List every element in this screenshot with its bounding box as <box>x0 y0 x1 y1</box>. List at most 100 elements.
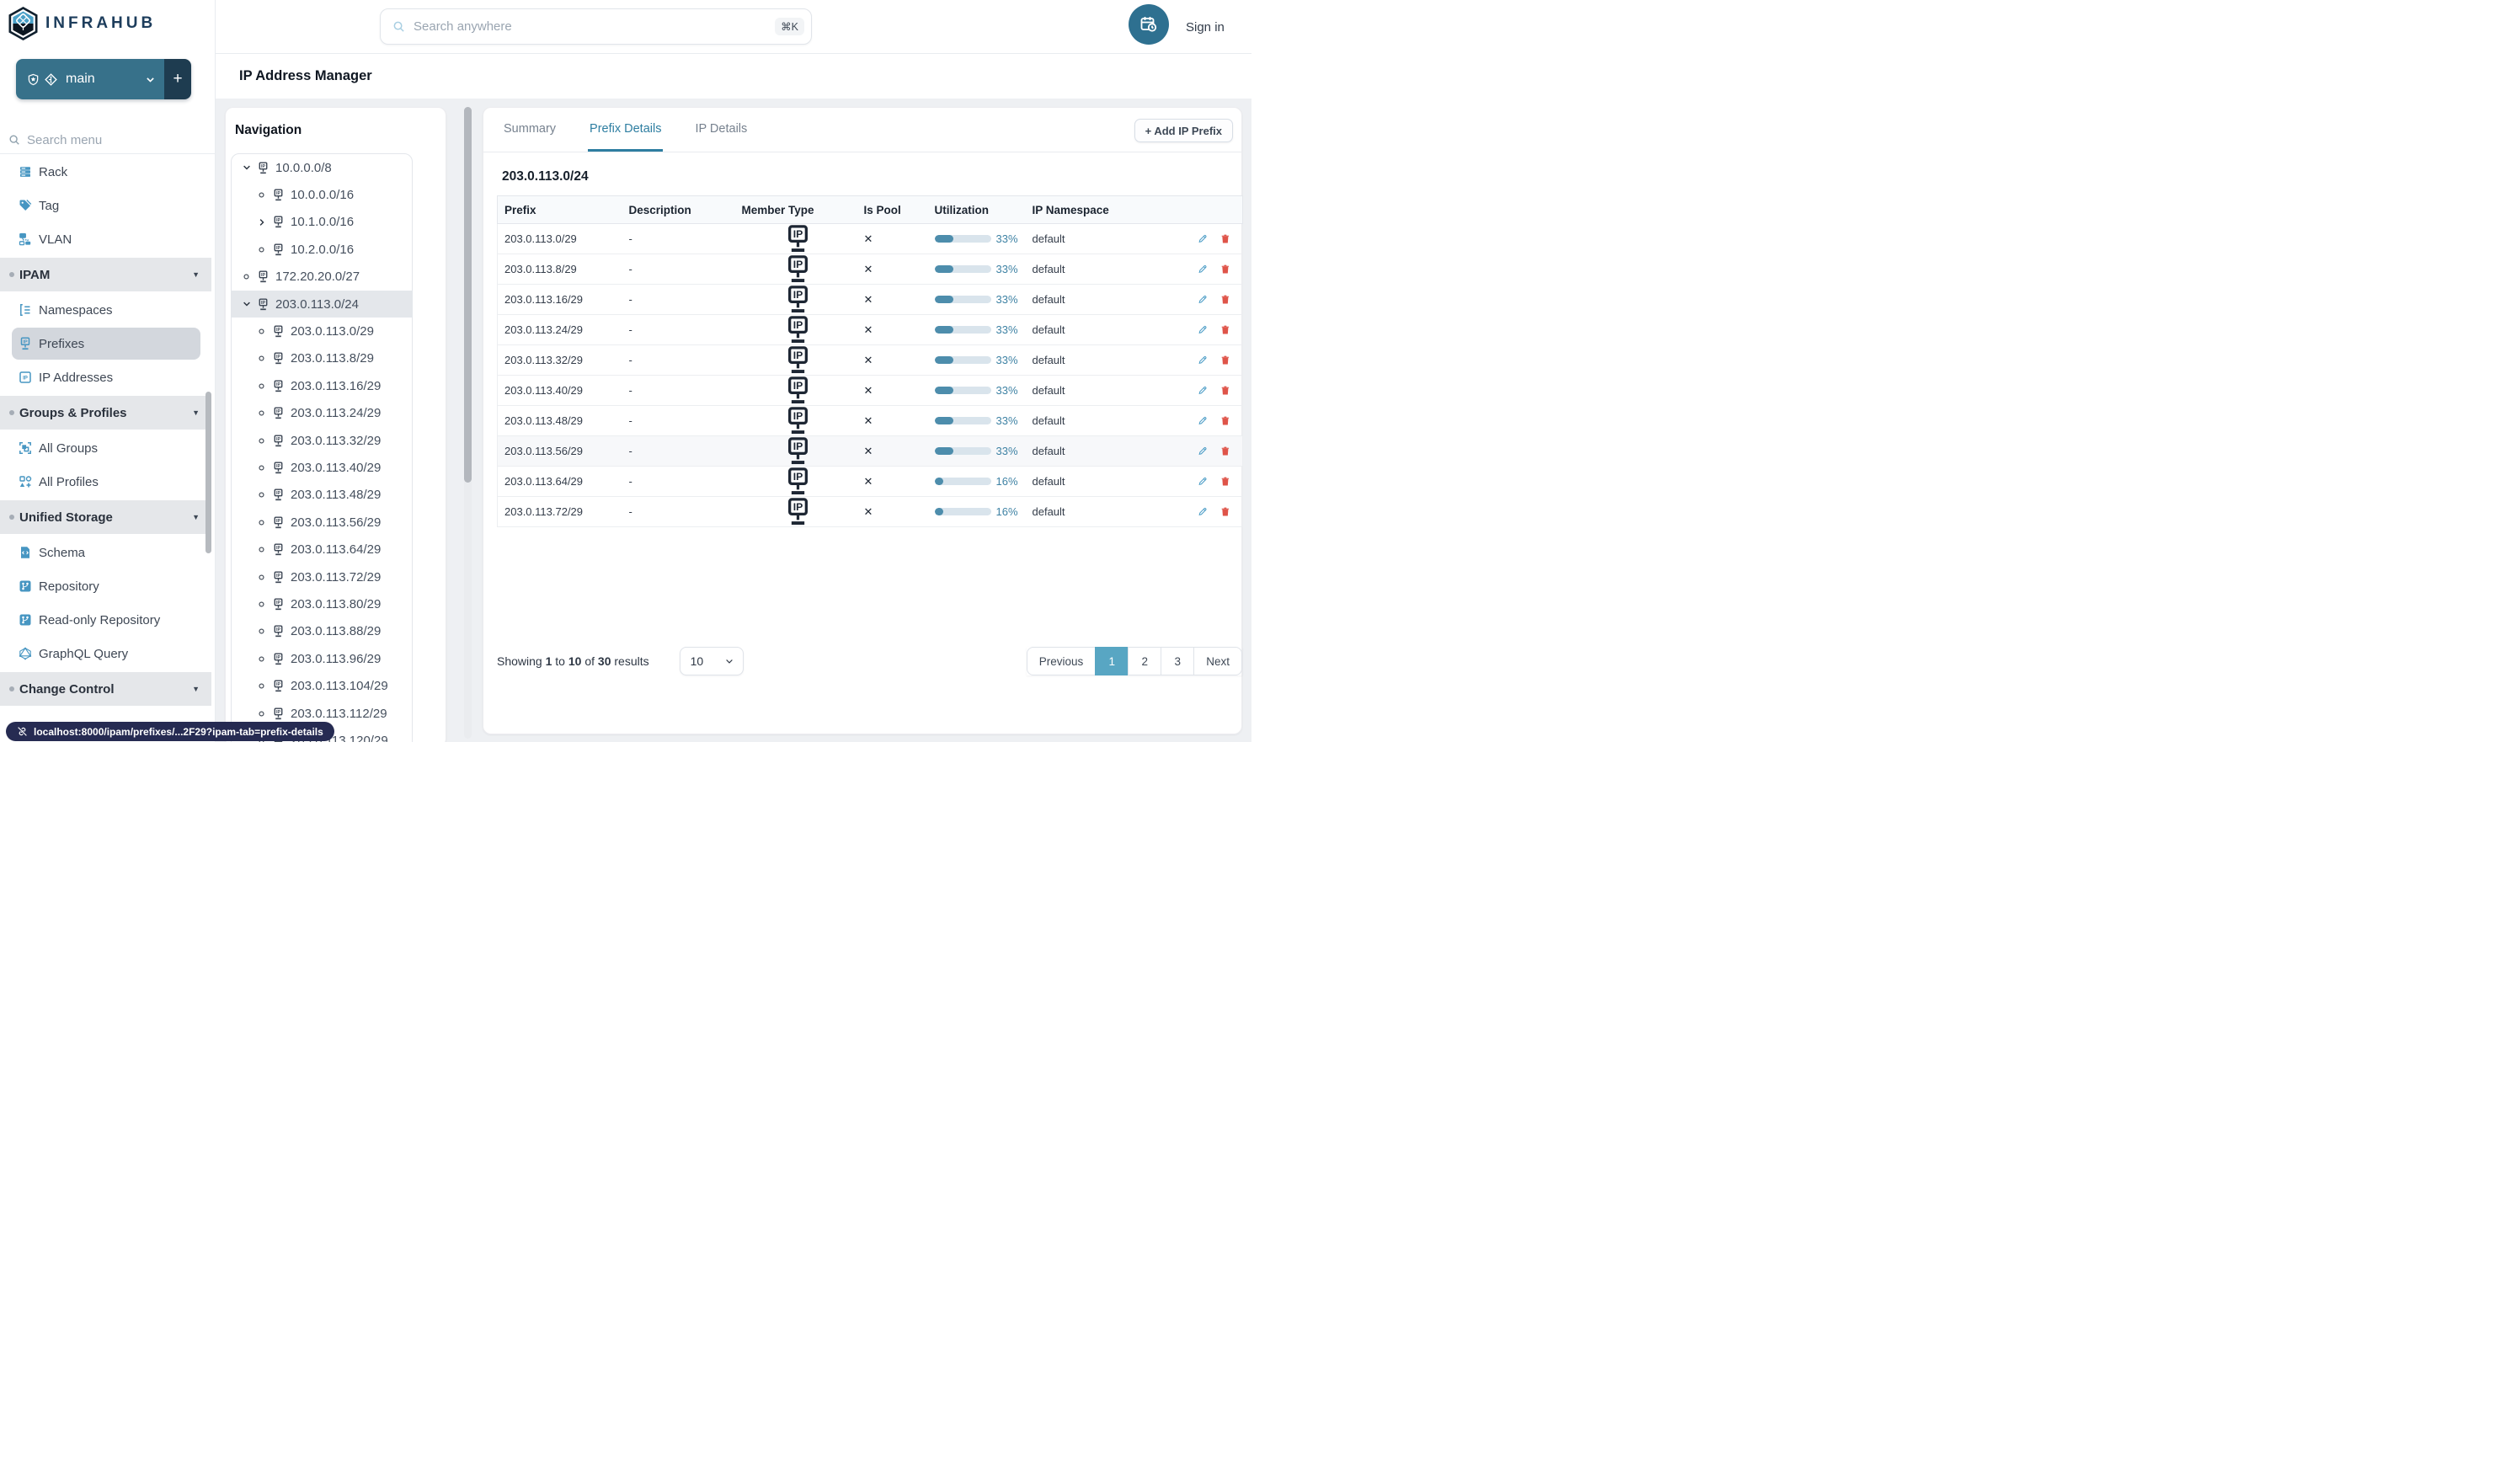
page-size-select[interactable]: 10 <box>679 647 744 675</box>
tree-item[interactable]: IP 203.0.113.88/29 <box>232 618 412 645</box>
trash-icon[interactable] <box>1220 414 1230 427</box>
sidebar-item-ip-addresses[interactable]: IP IP Addresses <box>0 360 211 394</box>
sign-in-button[interactable]: Sign in <box>1186 0 1225 54</box>
table-row[interactable]: 203.0.113.40/29- IP ✕ 33% default <box>497 375 1243 406</box>
pencil-icon[interactable] <box>1198 445 1208 457</box>
page-button-2[interactable]: 2 <box>1128 647 1162 675</box>
add-branch-button[interactable]: + <box>164 59 191 99</box>
page-button-1[interactable]: 1 <box>1095 647 1129 675</box>
sidebar-item-vlan[interactable]: VLAN <box>0 222 211 256</box>
pencil-icon[interactable] <box>1198 323 1208 336</box>
branch-selector-main[interactable]: main <box>16 59 164 99</box>
pencil-icon[interactable] <box>1198 414 1208 427</box>
time-travel-button[interactable] <box>1129 4 1169 45</box>
sidebar-item-read-only-repository[interactable]: Read-only Repository <box>0 603 211 637</box>
pencil-icon[interactable] <box>1198 505 1208 518</box>
table-row[interactable]: 203.0.113.8/29- IP ✕ 33% default <box>497 254 1243 285</box>
sidebar-search-input[interactable] <box>27 132 179 147</box>
tree-item-label: 10.0.0.0/16 <box>291 188 355 203</box>
pencil-icon[interactable] <box>1198 232 1208 245</box>
tree-item[interactable]: IP 203.0.113.48/29 <box>232 482 412 509</box>
tree-item[interactable]: IP 10.0.0.0/8 <box>232 154 412 181</box>
table-row[interactable]: 203.0.113.16/29- IP ✕ 33% default <box>497 284 1243 315</box>
global-search[interactable]: ⌘K <box>380 8 812 45</box>
cell-namespace: default <box>1028 254 1194 285</box>
sidebar-item-prefixes[interactable]: IP Prefixes <box>12 328 200 360</box>
sidebar-item-repository[interactable]: Repository <box>0 569 211 603</box>
tree-item[interactable]: IP 203.0.113.24/29 <box>232 400 412 427</box>
page-button-3[interactable]: 3 <box>1161 647 1195 675</box>
tree-item[interactable]: IP 203.0.113.0/24 <box>232 290 412 318</box>
sidebar-search[interactable] <box>0 126 215 154</box>
tree-item[interactable]: IP 203.0.113.32/29 <box>232 427 412 454</box>
infrahub-logo[interactable]: INFRAHUB <box>8 6 156 41</box>
pencil-icon[interactable] <box>1198 475 1208 488</box>
trash-icon[interactable] <box>1220 354 1230 366</box>
page-button-previous[interactable]: Previous <box>1026 647 1097 675</box>
sidebar-item-all-profiles[interactable]: All Profiles <box>0 465 211 499</box>
panel-scrollbar-thumb[interactable] <box>464 107 472 483</box>
tree-item[interactable]: IP 203.0.113.8/29 <box>232 345 412 372</box>
tree-item[interactable]: IP 203.0.113.80/29 <box>232 590 412 617</box>
cell-prefix: 203.0.113.32/29 <box>497 344 626 376</box>
page-button-next[interactable]: Next <box>1193 647 1242 675</box>
sidebar-section-ipam[interactable]: IPAM ▼ <box>0 258 211 291</box>
pencil-icon[interactable] <box>1198 263 1208 275</box>
tab-prefix-details[interactable]: Prefix Details <box>588 108 664 152</box>
table-row[interactable]: 203.0.113.72/29- IP ✕ 16% default <box>497 496 1243 527</box>
utilization-bar-fill <box>934 417 953 424</box>
svg-text:IP: IP <box>276 573 280 578</box>
pencil-icon[interactable] <box>1198 384 1208 397</box>
trash-icon[interactable] <box>1220 293 1230 306</box>
add-ip-prefix-button[interactable]: + Add IP Prefix <box>1134 119 1233 142</box>
utilization-bar <box>934 508 991 515</box>
pencil-icon[interactable] <box>1198 354 1208 366</box>
trash-icon[interactable] <box>1220 475 1230 488</box>
tree-item[interactable]: IP 203.0.113.56/29 <box>232 509 412 536</box>
sidebar-section-unified-storage[interactable]: Unified Storage ▼ <box>0 500 211 534</box>
branch-selector[interactable]: main + <box>16 59 191 99</box>
tree-item[interactable]: IP 172.20.20.0/27 <box>232 264 412 291</box>
sidebar-item-tag[interactable]: Tag <box>0 189 211 222</box>
sidebar-section-groups-profiles[interactable]: Groups & Profiles ▼ <box>0 396 211 430</box>
tab-summary[interactable]: Summary <box>502 108 558 152</box>
table-row[interactable]: 203.0.113.48/29- IP ✕ 33% default <box>497 405 1243 436</box>
sidebar-section-change-control[interactable]: Change Control ▼ <box>0 672 211 706</box>
cell-member-type: IP <box>738 223 861 254</box>
table-row[interactable]: 203.0.113.32/29- IP ✕ 33% default <box>497 344 1243 376</box>
prefix-sign-icon: IP <box>272 243 285 256</box>
cell-prefix: 203.0.113.56/29 <box>497 435 626 467</box>
sidebar-item-rack[interactable]: Rack <box>0 155 211 189</box>
table-row[interactable]: 203.0.113.56/29- IP ✕ 33% default <box>497 435 1243 467</box>
pencil-icon[interactable] <box>1198 293 1208 306</box>
global-search-input[interactable] <box>414 19 767 34</box>
sidebar-scrollbar[interactable] <box>205 392 211 553</box>
tree-item[interactable]: IP 203.0.113.40/29 <box>232 454 412 481</box>
table-row[interactable]: 203.0.113.24/29- IP ✕ 33% default <box>497 314 1243 345</box>
sidebar-item-graphql-query[interactable]: GraphQL Query <box>0 637 211 670</box>
sidebar-item-all-groups[interactable]: All Groups <box>0 431 211 465</box>
tree-item[interactable]: IP 10.1.0.0/16 <box>232 209 412 236</box>
panel-scrollbar[interactable] <box>464 107 472 739</box>
tree-item[interactable]: IP 203.0.113.72/29 <box>232 563 412 590</box>
table-row[interactable]: 203.0.113.0/29- IP ✕ 33% default <box>497 223 1243 254</box>
prefix-sign-icon: IP <box>272 707 285 720</box>
trash-icon[interactable] <box>1220 323 1230 336</box>
vlan-icon <box>19 232 32 246</box>
tree-item[interactable]: IP 203.0.113.96/29 <box>232 645 412 672</box>
tree-item[interactable]: IP 10.0.0.0/16 <box>232 181 412 208</box>
trash-icon[interactable] <box>1220 384 1230 397</box>
trash-icon[interactable] <box>1220 263 1230 275</box>
tree-item[interactable]: IP 203.0.113.0/29 <box>232 318 412 344</box>
trash-icon[interactable] <box>1220 445 1230 457</box>
trash-icon[interactable] <box>1220 505 1230 518</box>
sidebar-item-schema[interactable]: Schema <box>0 536 211 569</box>
sidebar-item-namespaces[interactable]: Namespaces <box>0 293 211 327</box>
tree-item[interactable]: IP 10.2.0.0/16 <box>232 236 412 263</box>
tree-item[interactable]: IP 203.0.113.104/29 <box>232 672 412 699</box>
tree-item[interactable]: IP 203.0.113.16/29 <box>232 372 412 399</box>
tab-ip-details[interactable]: IP Details <box>693 108 749 152</box>
trash-icon[interactable] <box>1220 232 1230 245</box>
tree-item[interactable]: IP 203.0.113.64/29 <box>232 536 412 563</box>
table-row[interactable]: 203.0.113.64/29- IP ✕ 16% default <box>497 466 1243 497</box>
